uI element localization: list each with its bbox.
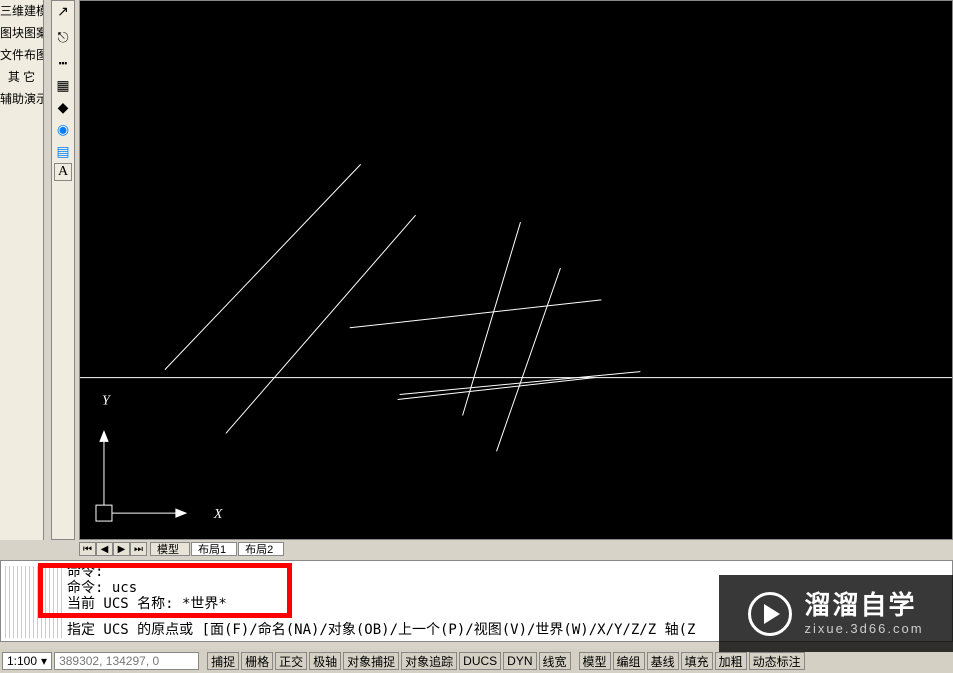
ucs-y-label: Y bbox=[102, 394, 111, 409]
status-polar[interactable]: 极轴 bbox=[309, 652, 341, 670]
arrow-icon[interactable]: ↗ bbox=[52, 1, 74, 21]
status-bold[interactable]: 加粗 bbox=[715, 652, 747, 670]
tab-layout2[interactable]: 布局2 bbox=[238, 542, 284, 556]
status-model[interactable]: 模型 bbox=[579, 652, 611, 670]
grid-icon[interactable]: ▤ bbox=[52, 141, 74, 161]
status-baseline[interactable]: 基线 bbox=[647, 652, 679, 670]
tab-nav-last[interactable]: ⏭ bbox=[130, 542, 147, 556]
watermark-title: 溜溜自学 bbox=[804, 590, 923, 621]
status-dyndim[interactable]: 动态标注 bbox=[749, 652, 805, 670]
menu-item[interactable]: 三维建模 bbox=[0, 0, 43, 22]
status-otrack[interactable]: 对象追踪 bbox=[401, 652, 457, 670]
status-osnap[interactable]: 对象捕捉 bbox=[343, 652, 399, 670]
ucs-x-label: X bbox=[213, 507, 223, 522]
tab-nav-next[interactable]: ▶ bbox=[113, 542, 130, 556]
vertical-toolbar: ↗ ⎋ ┅ ▦ ◆ ◉ ▤ A bbox=[51, 0, 75, 540]
status-lwt[interactable]: 线宽 bbox=[539, 652, 571, 670]
status-snap[interactable]: 捕捉 bbox=[207, 652, 239, 670]
camera-icon[interactable]: ◉ bbox=[52, 119, 74, 139]
menu-item[interactable]: 图块图案 bbox=[0, 22, 43, 44]
status-group[interactable]: 编组 bbox=[613, 652, 645, 670]
status-ducs[interactable]: DUCS bbox=[459, 652, 501, 670]
drawing-canvas[interactable]: Y X bbox=[79, 0, 953, 540]
target-icon[interactable]: ◆ bbox=[52, 97, 74, 117]
status-grid[interactable]: 栅格 bbox=[241, 652, 273, 670]
layout-tab-strip: ⏮ ◀ ▶ ⏭ 模型 布局1 布局2 bbox=[79, 540, 953, 558]
hash-icon[interactable]: ▦ bbox=[52, 75, 74, 95]
text-icon[interactable]: A bbox=[54, 163, 72, 181]
link-icon[interactable]: ⎋ bbox=[52, 27, 74, 47]
tab-model[interactable]: 模型 bbox=[150, 542, 190, 556]
status-dyn[interactable]: DYN bbox=[503, 652, 536, 670]
scale-selector[interactable]: 1:100▾ bbox=[2, 652, 52, 670]
menu-item[interactable]: 其 它 bbox=[0, 66, 43, 88]
watermark-url: zixue.3d66.com bbox=[804, 621, 923, 637]
menu-item[interactable]: 辅助演示 bbox=[0, 88, 43, 110]
command-grip[interactable] bbox=[5, 566, 63, 638]
tab-layout1[interactable]: 布局1 bbox=[191, 542, 237, 556]
menu-item[interactable]: 文件布图 bbox=[0, 44, 43, 66]
watermark: 溜溜自学 zixue.3d66.com bbox=[719, 575, 953, 652]
coordinate-display: 389302, 134297, 0 bbox=[54, 652, 199, 670]
tab-nav-first[interactable]: ⏮ bbox=[79, 542, 96, 556]
play-icon bbox=[748, 592, 792, 636]
ellipsis-icon[interactable]: ┅ bbox=[52, 53, 74, 73]
status-bar: 1:100▾ 389302, 134297, 0 捕捉 栅格 正交 极轴 对象捕… bbox=[0, 649, 953, 673]
status-fill[interactable]: 填充 bbox=[681, 652, 713, 670]
tab-nav-prev[interactable]: ◀ bbox=[96, 542, 113, 556]
left-menu-panel: 三维建模 图块图案 文件布图 其 它 辅助演示 bbox=[0, 0, 44, 540]
status-ortho[interactable]: 正交 bbox=[275, 652, 307, 670]
